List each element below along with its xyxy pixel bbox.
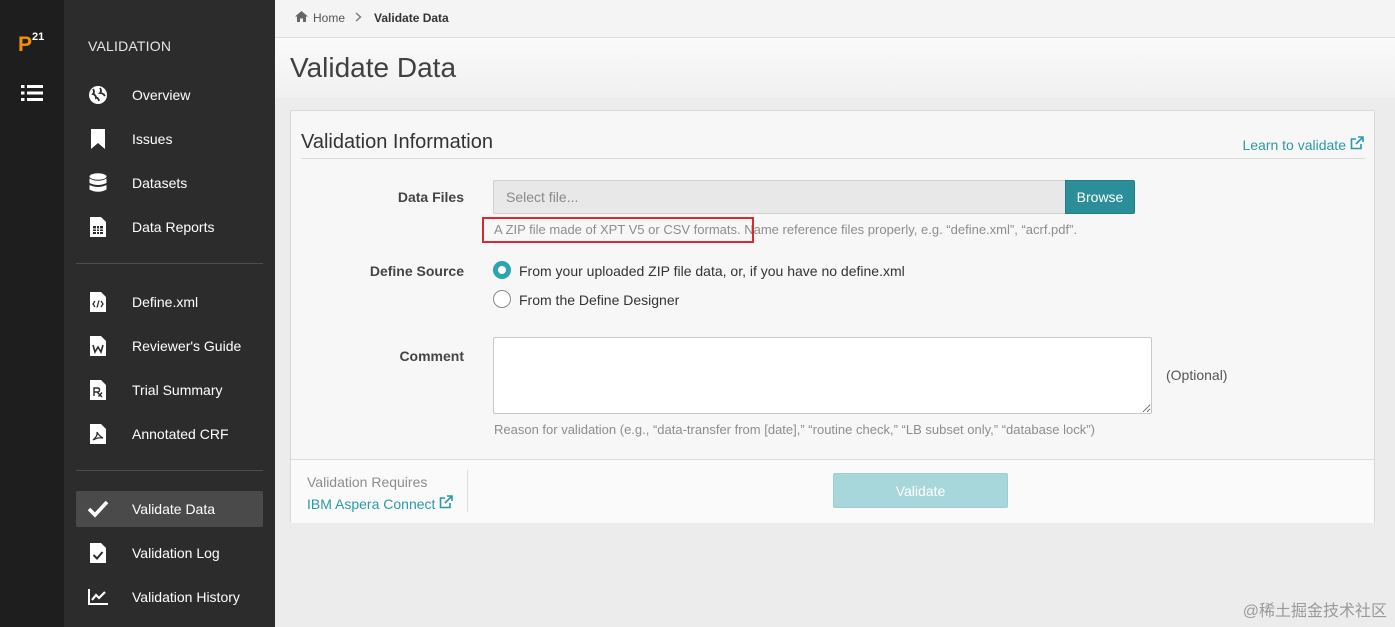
data-files-help-rest: Name reference files properly, e.g. “def…	[740, 222, 1078, 237]
breadcrumb-current: Validate Data	[374, 11, 449, 25]
sidebar-item-label: Annotated CRF	[132, 426, 229, 442]
sidebar: VALIDATION Overview Issues Datasets Data…	[64, 0, 275, 627]
file-select-input[interactable]: Select file...	[493, 180, 1066, 214]
rx-file-icon	[76, 380, 120, 400]
page-header: Validate Data	[275, 38, 1395, 98]
breadcrumb-home[interactable]: Home	[295, 11, 345, 25]
external-link-icon	[439, 495, 454, 512]
sidebar-item-label: Issues	[132, 131, 173, 147]
home-icon	[295, 11, 308, 25]
learn-to-validate-link[interactable]: Learn to validate	[1242, 136, 1364, 153]
aspera-connect-link[interactable]: IBM Aspera Connect	[307, 495, 454, 512]
comment-label: Comment	[399, 348, 464, 364]
validation-panel: Validation Information Learn to validate…	[290, 110, 1375, 523]
breadcrumb: Home Validate Data	[295, 11, 449, 25]
radio-define-designer-label[interactable]: From the Define Designer	[519, 292, 679, 308]
sidebar-item-label: Define.xml	[132, 294, 199, 310]
footer-divider	[467, 470, 468, 512]
check-icon	[76, 500, 120, 518]
watermark: @稀土掘金技术社区	[1242, 603, 1387, 620]
line-chart-icon	[76, 589, 120, 605]
validate-button[interactable]: Validate	[833, 473, 1008, 508]
database-icon	[76, 173, 120, 193]
sidebar-item-label: Reviewer's Guide	[132, 338, 242, 354]
pdf-file-icon	[76, 424, 120, 444]
check-file-icon	[76, 543, 120, 563]
optional-note: (Optional)	[1166, 367, 1228, 383]
sidebar-item-data-reports[interactable]: Data Reports	[76, 209, 263, 245]
logo-letter: P	[18, 33, 33, 56]
breadcrumb-home-label: Home	[313, 11, 346, 25]
sidebar-item-reviewers-guide[interactable]: Reviewer's Guide	[76, 328, 263, 364]
list-menu-icon[interactable]	[21, 84, 43, 102]
comment-help: Reason for validation (e.g., “data-trans…	[494, 422, 1095, 437]
sidebar-item-validate-data[interactable]: Validate Data	[76, 491, 263, 527]
data-files-label: Data Files	[397, 189, 464, 205]
logo-number: 21	[32, 31, 45, 43]
app-rail: P 21	[0, 0, 64, 627]
sidebar-item-label: Data Reports	[132, 219, 215, 235]
panel-title-divider	[301, 158, 1365, 159]
breadcrumb-bar: Home Validate Data	[275, 0, 1395, 38]
learn-link-label: Learn to validate	[1242, 136, 1346, 153]
sidebar-item-label: Validation History	[132, 589, 240, 605]
sidebar-item-define-xml[interactable]: Define.xml	[76, 284, 263, 320]
radio-uploaded-zip-label[interactable]: From your uploaded ZIP file data, or, if…	[519, 263, 905, 279]
radio-uploaded-zip[interactable]	[493, 261, 511, 279]
globe-icon	[76, 85, 120, 105]
sidebar-divider	[76, 263, 263, 264]
external-link-icon	[1350, 136, 1364, 153]
sidebar-divider	[76, 470, 263, 471]
comment-textarea[interactable]	[493, 337, 1152, 414]
chevron-right-icon	[355, 11, 362, 25]
sidebar-item-datasets[interactable]: Datasets	[76, 165, 263, 201]
sidebar-item-label: Overview	[132, 87, 191, 103]
word-file-icon	[76, 336, 120, 356]
sidebar-item-overview[interactable]: Overview	[76, 77, 263, 113]
sidebar-item-validation-log[interactable]: Validation Log	[76, 535, 263, 571]
radio-define-designer[interactable]	[493, 290, 511, 308]
sidebar-item-validation-history[interactable]: Validation History	[76, 579, 263, 615]
sidebar-item-label: Validation Log	[132, 545, 220, 561]
panel-footer: Validation Requires IBM Aspera Connect V…	[291, 460, 1374, 523]
page-title: Validate Data	[290, 52, 457, 83]
sidebar-item-label: Datasets	[132, 175, 188, 191]
bookmark-icon	[76, 129, 120, 149]
p21-logo[interactable]: P 21	[18, 32, 48, 56]
sidebar-heading: VALIDATION	[88, 38, 172, 54]
sidebar-item-label: Validate Data	[132, 501, 216, 517]
sidebar-item-trial-summary[interactable]: Trial Summary	[76, 372, 263, 408]
code-file-icon	[76, 292, 120, 312]
browse-button[interactable]: Browse	[1065, 180, 1135, 214]
aspera-link-label: IBM Aspera Connect	[307, 495, 436, 512]
sidebar-item-label: Trial Summary	[132, 382, 223, 398]
annotation-highlight-box	[482, 217, 754, 243]
sidebar-item-annotated-crf[interactable]: Annotated CRF	[76, 416, 263, 452]
sidebar-item-issues[interactable]: Issues	[76, 121, 263, 157]
panel-title: Validation Information	[301, 131, 493, 153]
validation-requires-text: Validation Requires	[307, 474, 428, 490]
define-source-label: Define Source	[369, 263, 464, 279]
report-icon	[76, 217, 120, 237]
